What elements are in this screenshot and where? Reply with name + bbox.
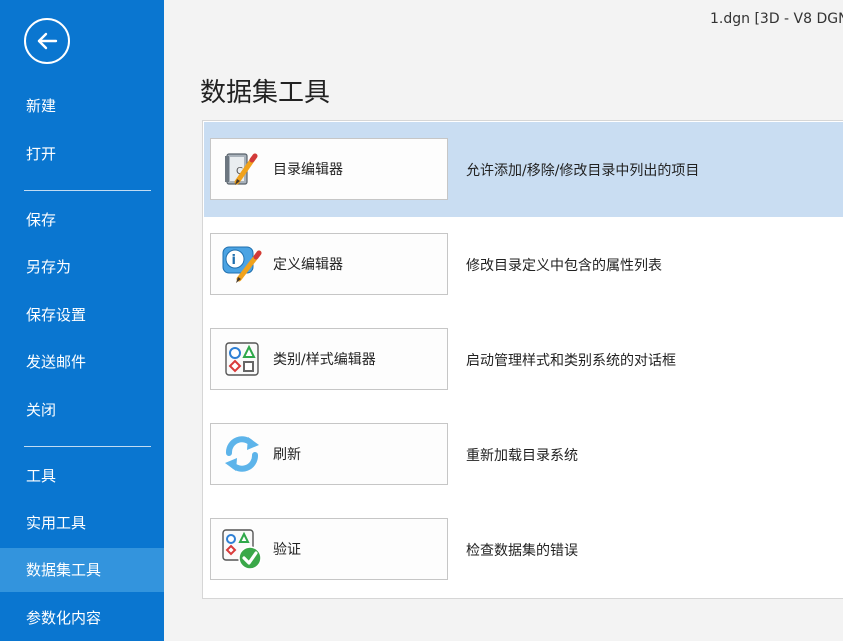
refresh-icon: [225, 436, 259, 472]
tool-row-refresh[interactable]: 刷新 重新加载目录系统: [204, 407, 843, 502]
nav-item-parametric-content[interactable]: 参数化内容: [0, 596, 164, 640]
nav-separator: [24, 446, 151, 447]
back-arrow-icon: [37, 32, 58, 50]
category-style-editor-button[interactable]: 类别/样式编辑器: [210, 328, 448, 390]
nav-item-save[interactable]: 保存: [0, 198, 164, 242]
backstage-sidebar: 新建 打开 保存 另存为 保存设置 发送邮件 关闭 工具 实用工具 数据集工具 …: [0, 0, 164, 641]
tool-description: 启动管理样式和类别系统的对话框: [466, 353, 676, 369]
tool-row-category-style-editor[interactable]: 类别/样式编辑器 启动管理样式和类别系统的对话框: [204, 312, 843, 407]
tool-label: 目录编辑器: [273, 162, 343, 178]
window-title: 1.dgn [3D - V8 DGN: [710, 11, 843, 27]
tool-label: 刷新: [273, 447, 301, 463]
tool-row-catalog-editor[interactable]: C 目录编辑器 允许添加/移除/修改目录中列出的项目: [204, 122, 843, 217]
catalog-editor-button[interactable]: C 目录编辑器: [210, 138, 448, 200]
tool-row-definition-editor[interactable]: i 定义编辑器 修改目录定义中包含的属性列表: [204, 217, 843, 312]
tool-label: 定义编辑器: [273, 257, 343, 273]
nav-separator: [24, 190, 151, 191]
refresh-button[interactable]: 刷新: [210, 423, 448, 485]
definition-editor-icon: i: [222, 246, 262, 283]
nav-item-tools[interactable]: 工具: [0, 454, 164, 498]
window-titlebar: 1.dgn [3D - V8 DGN: [164, 0, 843, 36]
nav-item-dataset-tools[interactable]: 数据集工具: [0, 548, 164, 592]
tool-description: 检查数据集的错误: [466, 543, 578, 559]
tool-row-validate[interactable]: 验证 检查数据集的错误: [204, 502, 843, 597]
nav-item-new[interactable]: 新建: [0, 84, 164, 128]
validate-icon: [222, 529, 262, 570]
back-button[interactable]: [24, 18, 70, 64]
category-style-editor-icon: [225, 342, 259, 376]
tool-list: C 目录编辑器 允许添加/移除/修改目录中列出的项目 i 定义编辑器 修改目录定…: [202, 120, 843, 599]
nav-item-save-settings[interactable]: 保存设置: [0, 293, 164, 337]
tool-label: 验证: [273, 542, 301, 558]
nav-item-send-mail[interactable]: 发送邮件: [0, 340, 164, 384]
tool-description: 允许添加/移除/修改目录中列出的项目: [466, 163, 700, 179]
nav-item-utilities[interactable]: 实用工具: [0, 501, 164, 545]
catalog-editor-icon: C: [225, 153, 258, 185]
tool-description: 重新加载目录系统: [466, 448, 578, 464]
tool-label: 类别/样式编辑器: [273, 352, 376, 368]
definition-editor-button[interactable]: i 定义编辑器: [210, 233, 448, 295]
nav-item-open[interactable]: 打开: [0, 132, 164, 176]
page-title: 数据集工具: [200, 78, 331, 108]
nav-item-close[interactable]: 关闭: [0, 388, 164, 432]
validate-button[interactable]: 验证: [210, 518, 448, 580]
nav-item-save-as[interactable]: 另存为: [0, 245, 164, 289]
tool-description: 修改目录定义中包含的属性列表: [466, 258, 662, 274]
svg-text:i: i: [232, 253, 236, 268]
